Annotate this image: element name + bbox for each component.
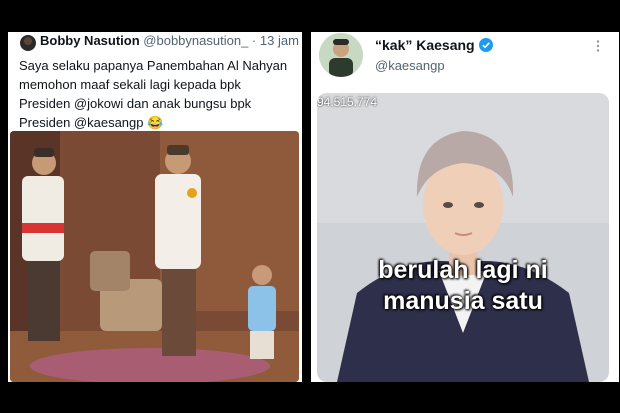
handle[interactable]: @kaesangp — [375, 58, 445, 73]
portrait-illustration — [317, 93, 609, 382]
tweet-text: Saya selaku papanya Panembahan Al Nahyan… — [19, 56, 287, 132]
tweet-photo[interactable] — [10, 131, 299, 382]
counter-text: 94.515.774 — [317, 95, 378, 109]
avatar[interactable] — [20, 35, 36, 51]
tweet-text-line: Presiden @jokowi dan anak bungsu bpk — [19, 96, 252, 111]
meme-caption-line: berulah lagi ni — [378, 256, 548, 284]
separator: · — [251, 33, 257, 48]
right-tweet-card: “kak” Kaesang @kaesangp 94.515.774 berul… — [311, 32, 619, 382]
display-name[interactable]: “kak” Kaesang — [375, 37, 475, 53]
left-tweet-card: Bobby Nasution @bobbynasution_ · 13 jam … — [8, 32, 302, 382]
more-vertical-icon[interactable] — [593, 39, 603, 53]
meme-caption-line: manusia satu — [383, 287, 543, 315]
timestamp[interactable]: 13 jam — [260, 33, 299, 48]
verified-badge-icon — [478, 38, 493, 55]
meme-photo[interactable]: 94.515.774 berulah lagi ni manusia satu — [317, 93, 609, 382]
handle[interactable]: @bobbynasution_ — [143, 33, 248, 48]
photo-illustration — [10, 131, 299, 382]
tweet-text-line: Presiden @kaesangp 😂 — [19, 115, 164, 130]
avatar-illustration — [319, 33, 363, 77]
tweet-text-line: Saya selaku papanya Panembahan Al Nahyan — [19, 58, 288, 73]
tweet-text-line: memohon maaf sekali lagi kepada bpk — [19, 77, 241, 92]
avatar[interactable] — [319, 33, 363, 77]
display-name[interactable]: Bobby Nasution — [40, 33, 140, 48]
